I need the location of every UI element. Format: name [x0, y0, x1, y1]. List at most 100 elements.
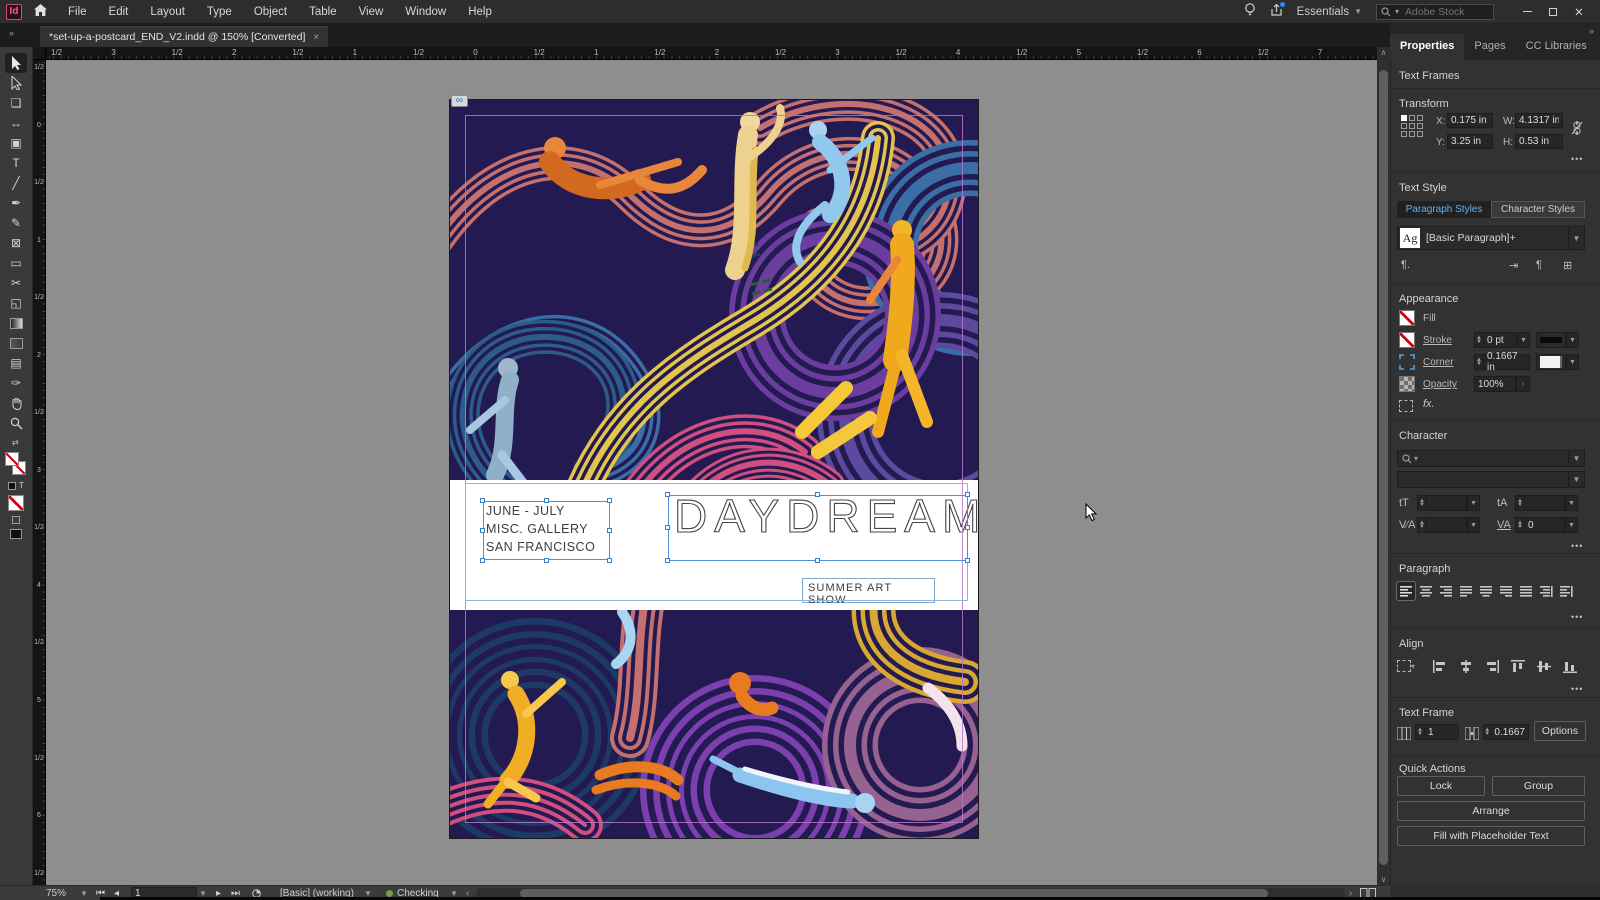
tracking-dropdown[interactable]: ▼	[1565, 517, 1578, 533]
paragraph-style-select[interactable]: Ag [Basic Paragraph]+ ▼	[1397, 226, 1585, 250]
selection-handle[interactable]	[607, 558, 612, 563]
free-transform-tool[interactable]: ◱	[5, 293, 27, 313]
opacity-expand-button[interactable]: ›	[1516, 376, 1530, 392]
pilcrow-icon[interactable]: ¶.	[1401, 259, 1410, 271]
minimize-button[interactable]	[1514, 0, 1540, 23]
align-horizontal-centers-button[interactable]	[1457, 657, 1475, 675]
postcard-title-text[interactable]: DAYDREAM	[673, 489, 987, 543]
menu-item[interactable]: Window	[394, 2, 457, 22]
stroke-style-swatch[interactable]	[1536, 332, 1566, 348]
chevron-down-icon[interactable]: ▼	[1568, 227, 1584, 249]
restore-button[interactable]	[1540, 0, 1566, 23]
menu-item[interactable]: Table	[298, 2, 348, 22]
home-icon[interactable]	[34, 4, 47, 19]
paragraph-more-options[interactable]: •••	[1571, 612, 1583, 622]
apply-none-button[interactable]	[8, 495, 24, 511]
opacity-field[interactable]	[1474, 376, 1516, 392]
kerning-dropdown[interactable]: ▼	[1467, 517, 1480, 533]
eyedropper-tool[interactable]: ✑	[5, 373, 27, 393]
opacity-label[interactable]: Opacity	[1423, 379, 1457, 390]
horizontal-ruler[interactable]: 1/2 3 1/2 2 1/2 1 1/2 0 1/2 1 1/2 2 1/2 3 1/2 4 1/2 5 1/2 6…	[46, 47, 1377, 60]
align-more-options[interactable]: •••	[1571, 684, 1583, 694]
fill-swatch[interactable]	[5, 452, 19, 466]
font-style-select[interactable]: ▼	[1397, 471, 1585, 488]
vertical-scrollbar[interactable]: ∧ ∨	[1377, 48, 1390, 885]
corner-shape-dropdown[interactable]: ▼	[1566, 354, 1579, 370]
justify-left-button[interactable]	[1457, 582, 1475, 600]
linked-image-badge[interactable]: ∞	[451, 95, 468, 107]
leading-stepper[interactable]: ▲ ▼	[1515, 495, 1565, 511]
stroke-color-swatch[interactable]	[1399, 332, 1415, 348]
justify-all-button[interactable]	[1517, 582, 1535, 600]
subtitle-text-frame[interactable]: SUMMER ART SHOW	[802, 578, 935, 606]
screen-mode-icon[interactable]	[10, 529, 22, 539]
align-vertical-centers-button[interactable]	[1535, 657, 1553, 675]
align-top-edges-button[interactable]	[1509, 657, 1527, 675]
effects-label[interactable]: fx.	[1423, 398, 1435, 410]
vertical-scrollbar-thumb[interactable]	[1379, 70, 1388, 865]
hand-tool[interactable]	[5, 393, 27, 413]
corner-label[interactable]: Corner	[1423, 357, 1454, 368]
line-tool[interactable]: ╱	[5, 173, 27, 193]
stroke-weight-dropdown[interactable]: ▼	[1517, 332, 1530, 348]
tab-paragraph-styles[interactable]: Paragraph Styles	[1397, 201, 1491, 218]
reference-point-grid[interactable]	[1401, 115, 1423, 137]
align-left-button[interactable]	[1396, 581, 1416, 601]
justify-right-button[interactable]	[1497, 582, 1515, 600]
justify-center-button[interactable]	[1477, 582, 1495, 600]
close-button[interactable]: ✕	[1566, 0, 1592, 23]
new-style-icon[interactable]: ⊞	[1563, 259, 1572, 272]
selection-tool[interactable]	[5, 53, 27, 73]
selection-handle[interactable]	[665, 525, 670, 530]
menu-item[interactable]: Object	[243, 2, 298, 22]
fill-color-swatch[interactable]	[1399, 310, 1415, 326]
workspace-switcher[interactable]: Essentials ▼	[1297, 6, 1362, 18]
learn-lightbulb-icon[interactable]	[1244, 3, 1256, 20]
swap-fill-stroke-icon[interactable]: ⇄	[12, 438, 20, 447]
font-family-select[interactable]: ▾ ▼	[1397, 450, 1585, 467]
selection-handle[interactable]	[607, 528, 612, 533]
direct-selection-tool[interactable]	[5, 73, 27, 93]
stroke-weight-stepper[interactable]: ▲ ▼ 0 pt	[1474, 332, 1517, 348]
align-to-dropdown[interactable]: ▾	[1397, 657, 1415, 675]
selection-handle[interactable]	[480, 498, 485, 503]
arrange-button[interactable]: Arrange	[1397, 801, 1585, 821]
type-tool[interactable]: T	[5, 153, 27, 173]
zoom-dropdown-icon[interactable]: ▼	[80, 886, 88, 900]
scissors-tool[interactable]: ✂	[5, 273, 27, 293]
vertical-ruler[interactable]: 1/2 0 1/2 1 1/2 2 1/2 3 1/2 4 1/2 5 1/2 6 1/2	[33, 60, 46, 885]
align-right-edges-button[interactable]	[1483, 657, 1501, 675]
leading-dropdown[interactable]: ▼	[1565, 495, 1578, 511]
content-collector-tool[interactable]: ▣	[5, 133, 27, 153]
search-input[interactable]	[1403, 4, 1484, 19]
zoom-tool[interactable]	[5, 413, 27, 433]
tab-close-icon[interactable]: ×	[313, 32, 319, 43]
selection-handle[interactable]	[965, 558, 970, 563]
selection-handle[interactable]	[815, 558, 820, 563]
align-towards-spine-button[interactable]	[1537, 582, 1555, 600]
stroke-style-dropdown[interactable]: ▼	[1566, 332, 1579, 348]
selection-handle[interactable]	[665, 492, 670, 497]
character-more-options[interactable]: •••	[1571, 541, 1583, 551]
align-center-button[interactable]	[1417, 582, 1435, 600]
selection-handle[interactable]	[965, 492, 970, 497]
artwork-top[interactable]	[450, 100, 978, 480]
formatting-affects-container-icon[interactable]	[8, 481, 17, 490]
selection-handle[interactable]	[544, 498, 549, 503]
share-icon[interactable]	[1270, 1, 1285, 20]
selection-handle[interactable]	[965, 525, 970, 530]
fill-placeholder-button[interactable]: Fill with Placeholder Text	[1397, 826, 1585, 846]
menu-item[interactable]: Edit	[98, 2, 140, 22]
tab-pages[interactable]: Pages	[1464, 34, 1515, 60]
postcard-page[interactable]: JUNE - JULY MISC. GALLERY SAN FRANCISCO DA…	[449, 95, 981, 839]
event-info-text[interactable]: JUNE - JULY MISC. GALLERY SAN FRANCISCO	[486, 502, 595, 556]
chevron-down-icon[interactable]: ▼	[1568, 472, 1584, 487]
pencil-tool[interactable]: ✎	[5, 213, 27, 233]
fill-stroke-proxy[interactable]	[5, 452, 27, 476]
menu-item[interactable]: Help	[457, 2, 503, 22]
tab-cc-libraries[interactable]: CC Libraries	[1516, 34, 1597, 60]
lock-button[interactable]: Lock	[1397, 776, 1485, 796]
frame-tool[interactable]: ⊠	[5, 233, 27, 253]
kerning-stepper[interactable]: ▲ ▼	[1417, 517, 1467, 533]
selection-handle[interactable]	[607, 498, 612, 503]
